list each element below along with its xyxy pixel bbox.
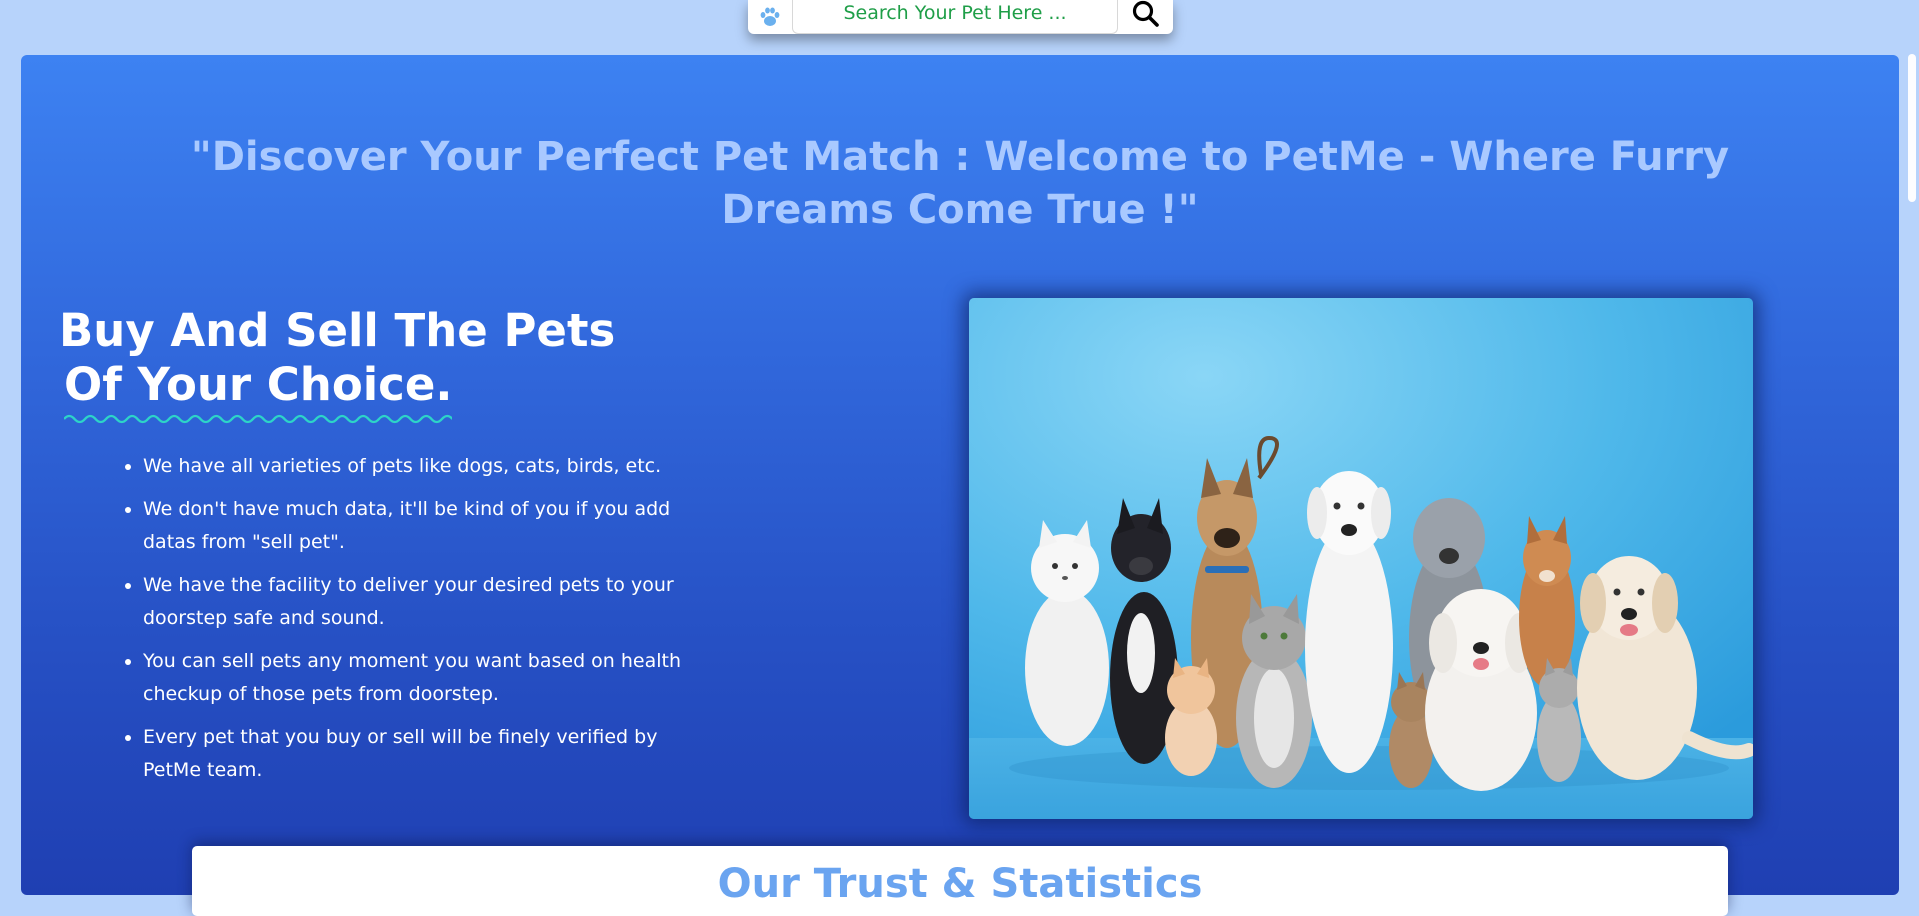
hero-heading-line1: Buy And Sell The Pets — [59, 304, 616, 357]
search-button[interactable] — [1118, 0, 1173, 34]
feature-item: Every pet that you buy or sell will be f… — [143, 721, 711, 787]
hero-tagline: "Discover Your Perfect Pet Match : Welco… — [190, 134, 1730, 233]
feature-list: We have all varieties of pets like dogs,… — [121, 450, 711, 797]
feature-item: We have all varieties of pets like dogs,… — [143, 450, 711, 483]
stats-title: Our Trust & Statistics — [717, 861, 1203, 907]
search-icon — [1131, 0, 1161, 34]
feature-item: You can sell pets any moment you want ba… — [143, 645, 711, 711]
search-bar — [748, 0, 1173, 34]
stats-card: Our Trust & Statistics — [192, 846, 1728, 916]
hero-heading: Buy And Sell The Pets Of Your Choice. — [59, 304, 616, 424]
feature-item: We have the facility to deliver your des… — [143, 569, 711, 635]
hero-heading-line2: Of Your Choice. — [64, 358, 453, 411]
pets-group-photo — [969, 298, 1753, 819]
scrollbar-thumb[interactable] — [1908, 54, 1916, 202]
hero-section: "Discover Your Perfect Pet Match : Welco… — [21, 55, 1899, 916]
feature-item: We don't have much data, it'll be kind o… — [143, 493, 711, 559]
squiggle-underline — [64, 414, 453, 424]
search-input[interactable] — [792, 0, 1118, 34]
hero-heading-line2-wrap: Of Your Choice. — [64, 358, 453, 424]
paw-icon — [748, 0, 792, 34]
scrollbar[interactable] — [1905, 0, 1919, 904]
